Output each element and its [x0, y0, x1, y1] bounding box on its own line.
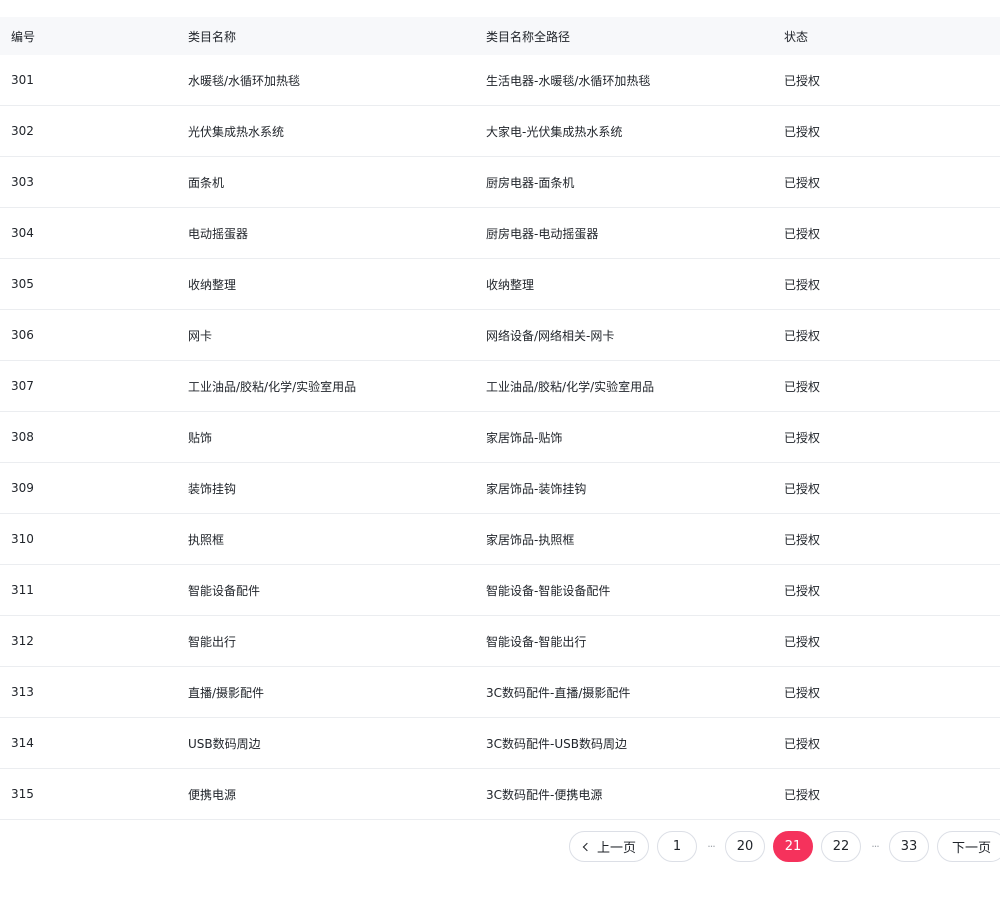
next-page-label: 下一页 — [951, 841, 991, 856]
cell-path: 家居饰品-执照框 — [486, 532, 575, 547]
cell-id: 302 — [11, 124, 34, 138]
table-row: 305 收纳整理 收纳整理 已授权 — [0, 259, 1000, 310]
cell-name: 智能设备配件 — [188, 583, 261, 598]
table-row: 302 光伏集成热水系统 大家电-光伏集成热水系统 已授权 — [0, 106, 1000, 157]
cell-path: 3C数码配件-USB数码周边 — [486, 736, 627, 751]
cell-status: 已授权 — [784, 787, 821, 802]
table-row: 309 装饰挂钩 家居饰品-装饰挂钩 已授权 — [0, 463, 1000, 514]
cell-status: 已授权 — [784, 226, 821, 241]
next-page-button[interactable]: 下一页 — [936, 831, 1000, 862]
cell-id: 313 — [11, 685, 34, 699]
header-status: 状态 — [784, 29, 809, 44]
cell-status: 已授权 — [784, 532, 821, 547]
cell-name: 执照框 — [188, 532, 225, 547]
cell-path: 3C数码配件-便携电源 — [486, 787, 603, 802]
cell-id: 311 — [11, 583, 34, 597]
category-table: 编号 类目名称 类目名称全路径 状态 301 水暖毯/水循环加热毯 生活电器-水… — [0, 17, 1000, 820]
cell-path: 大家电-光伏集成热水系统 — [486, 124, 623, 139]
cell-path: 智能设备-智能出行 — [486, 634, 587, 649]
chevron-left-icon — [582, 842, 592, 851]
cell-id: 306 — [11, 328, 34, 342]
page-ellipsis[interactable]: ··· — [869, 840, 881, 853]
cell-id: 314 — [11, 736, 34, 750]
page-button-1[interactable]: 1 — [656, 831, 697, 862]
cell-name: 贴饰 — [188, 430, 213, 445]
table-row: 314 USB数码周边 3C数码配件-USB数码周边 已授权 — [0, 718, 1000, 769]
prev-page-label: 上一页 — [596, 841, 636, 856]
table-row: 307 工业油品/胶粘/化学/实验室用品 工业油品/胶粘/化学/实验室用品 已授… — [0, 361, 1000, 412]
table-row: 310 执照框 家居饰品-执照框 已授权 — [0, 514, 1000, 565]
cell-id: 315 — [11, 787, 34, 801]
cell-status: 已授权 — [784, 328, 821, 343]
pagination: 上一页 1 ··· 20 21 22 ··· 33 下一页 — [568, 831, 1000, 862]
cell-path: 家居饰品-装饰挂钩 — [486, 481, 587, 496]
cell-name: 智能出行 — [188, 634, 237, 649]
cell-id: 308 — [11, 430, 34, 444]
cell-name: 装饰挂钩 — [188, 481, 237, 496]
cell-id: 304 — [11, 226, 34, 240]
cell-name: 面条机 — [188, 175, 225, 190]
cell-status: 已授权 — [784, 481, 821, 496]
table-row: 312 智能出行 智能设备-智能出行 已授权 — [0, 616, 1000, 667]
header-path: 类目名称全路径 — [486, 29, 571, 44]
table-row: 313 直播/摄影配件 3C数码配件-直播/摄影配件 已授权 — [0, 667, 1000, 718]
page-button-22[interactable]: 22 — [820, 831, 861, 862]
table-row: 306 网卡 网络设备/网络相关-网卡 已授权 — [0, 310, 1000, 361]
table-header: 编号 类目名称 类目名称全路径 状态 — [0, 17, 1000, 55]
page-button-21-current[interactable]: 21 — [772, 831, 813, 862]
cell-path: 收纳整理 — [486, 277, 535, 292]
category-auth-page: 编号 类目名称 类目名称全路径 状态 301 水暖毯/水循环加热毯 生活电器-水… — [0, 0, 1000, 899]
page-ellipsis[interactable]: ··· — [705, 840, 717, 853]
cell-status: 已授权 — [784, 685, 821, 700]
cell-path: 智能设备-智能设备配件 — [486, 583, 611, 598]
cell-id: 307 — [11, 379, 34, 393]
table-row: 311 智能设备配件 智能设备-智能设备配件 已授权 — [0, 565, 1000, 616]
cell-path: 工业油品/胶粘/化学/实验室用品 — [486, 379, 655, 394]
cell-path: 3C数码配件-直播/摄影配件 — [486, 685, 631, 700]
cell-name: USB数码周边 — [188, 736, 261, 751]
cell-id: 301 — [11, 73, 34, 87]
cell-status: 已授权 — [784, 583, 821, 598]
cell-id: 310 — [11, 532, 34, 546]
cell-name: 电动摇蛋器 — [188, 226, 249, 241]
cell-path: 厨房电器-电动摇蛋器 — [486, 226, 599, 241]
page-button-33[interactable]: 33 — [888, 831, 929, 862]
cell-name: 直播/摄影配件 — [188, 685, 265, 700]
cell-status: 已授权 — [784, 430, 821, 445]
cell-status: 已授权 — [784, 379, 821, 394]
cell-name: 水暖毯/水循环加热毯 — [188, 73, 301, 88]
cell-id: 312 — [11, 634, 34, 648]
cell-name: 光伏集成热水系统 — [188, 124, 285, 139]
cell-path: 生活电器-水暖毯/水循环加热毯 — [486, 73, 651, 88]
cell-status: 已授权 — [784, 634, 821, 649]
cell-id: 305 — [11, 277, 34, 291]
cell-status: 已授权 — [784, 277, 821, 292]
cell-name: 工业油品/胶粘/化学/实验室用品 — [188, 379, 357, 394]
table-row: 303 面条机 厨房电器-面条机 已授权 — [0, 157, 1000, 208]
table-row: 304 电动摇蛋器 厨房电器-电动摇蛋器 已授权 — [0, 208, 1000, 259]
cell-status: 已授权 — [784, 175, 821, 190]
table-body: 301 水暖毯/水循环加热毯 生活电器-水暖毯/水循环加热毯 已授权 302 光… — [0, 55, 1000, 820]
cell-path: 网络设备/网络相关-网卡 — [486, 328, 615, 343]
cell-id: 309 — [11, 481, 34, 495]
page-button-20[interactable]: 20 — [724, 831, 765, 862]
cell-status: 已授权 — [784, 124, 821, 139]
prev-page-button[interactable]: 上一页 — [568, 831, 649, 862]
header-name: 类目名称 — [188, 29, 237, 44]
cell-status: 已授权 — [784, 73, 821, 88]
cell-status: 已授权 — [784, 736, 821, 751]
cell-name: 网卡 — [188, 328, 213, 343]
cell-id: 303 — [11, 175, 34, 189]
table-row: 315 便携电源 3C数码配件-便携电源 已授权 — [0, 769, 1000, 820]
cell-path: 厨房电器-面条机 — [486, 175, 575, 190]
header-id: 编号 — [11, 29, 36, 44]
table-row: 308 贴饰 家居饰品-贴饰 已授权 — [0, 412, 1000, 463]
cell-name: 便携电源 — [188, 787, 237, 802]
cell-name: 收纳整理 — [188, 277, 237, 292]
table-row: 301 水暖毯/水循环加热毯 生活电器-水暖毯/水循环加热毯 已授权 — [0, 55, 1000, 106]
cell-path: 家居饰品-贴饰 — [486, 430, 563, 445]
